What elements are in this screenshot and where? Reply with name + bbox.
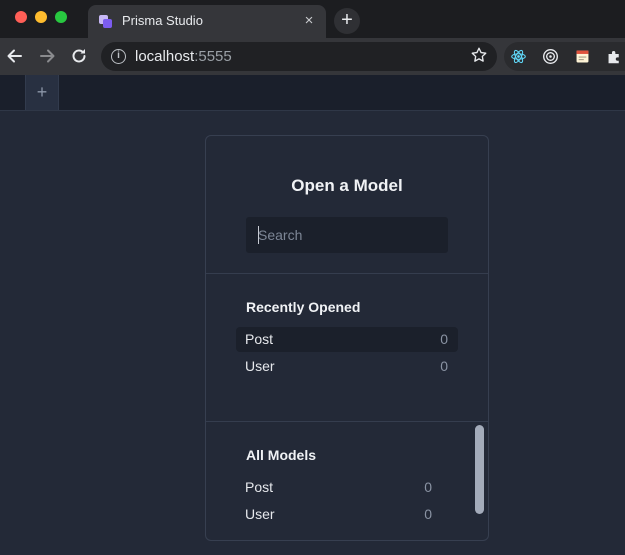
model-name: Post [245,331,274,347]
divider [206,273,488,274]
search-input[interactable] [246,217,448,253]
prisma-studio-favicon-icon [99,15,112,28]
browser-toolbar: i localhost:5555 [0,38,625,75]
window-close-button[interactable] [15,11,27,23]
back-arrow-icon[interactable] [5,46,25,66]
model-item-user[interactable]: User 0 [236,502,442,527]
scrollbar-thumb[interactable] [475,425,484,514]
model-name: User [245,358,275,374]
all-models-heading: All Models [246,447,317,463]
target-icon[interactable] [542,48,559,65]
forward-arrow-icon[interactable] [37,46,57,66]
model-count: 0 [424,479,432,495]
reload-icon[interactable] [69,46,89,66]
page-title: Open a Model [291,176,403,195]
recent-item-user[interactable]: User 0 [236,354,458,379]
star-icon[interactable] [470,46,488,64]
recently-opened-heading: Recently Opened [246,299,361,315]
extensions-area [504,42,625,71]
model-item-post[interactable]: Post 0 [236,475,442,500]
puzzle-icon[interactable] [606,48,623,65]
add-tab-button[interactable]: + [25,75,59,110]
url-text[interactable]: localhost:5555 [135,48,232,65]
model-name: Post [245,479,274,495]
notes-icon[interactable] [574,48,591,65]
model-count: 0 [440,331,448,347]
open-model-panel: Open a Model Recently Opened Post 0 User… [205,135,489,541]
info-icon[interactable]: i [111,49,126,64]
tab-close-icon[interactable]: × [300,12,318,30]
react-devtools-icon[interactable] [510,48,527,65]
browser-tab[interactable]: Prisma Studio × [88,5,326,38]
divider [206,421,488,422]
window-minimize-button[interactable] [35,11,47,23]
model-count: 0 [440,358,448,374]
model-count: 0 [424,506,432,522]
tab-title: Prisma Studio [122,13,203,28]
browser-titlebar: Prisma Studio × + [0,0,625,38]
address-bar[interactable]: i localhost:5555 [101,42,497,71]
new-tab-button[interactable]: + [334,8,360,34]
text-caret [258,226,259,244]
model-name: User [245,506,275,522]
window-zoom-button[interactable] [55,11,67,23]
recent-item-post[interactable]: Post 0 [236,327,458,352]
app-tab-bar: + [0,75,625,111]
